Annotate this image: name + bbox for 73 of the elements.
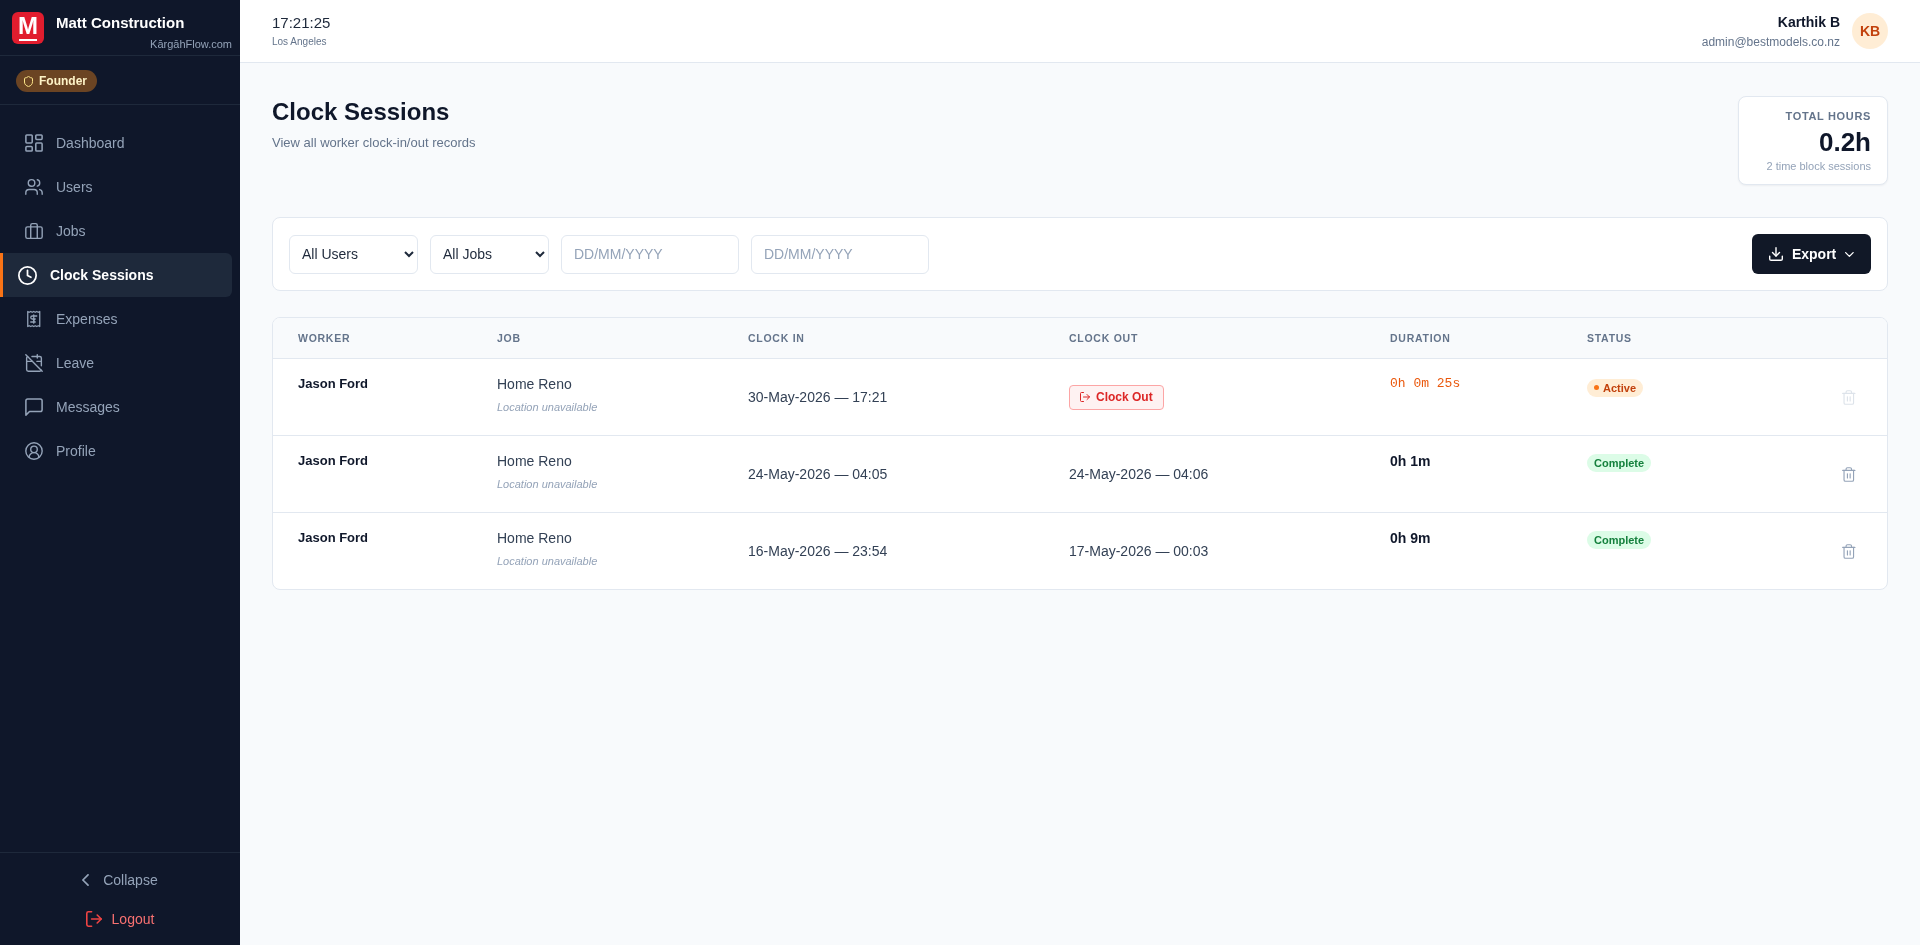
column-header: STATUS <box>1587 332 1632 344</box>
page-subtitle: View all worker clock-in/out records <box>272 135 476 151</box>
clock-icon <box>18 265 37 285</box>
duration: 0h 1m <box>1390 453 1431 469</box>
collapse-button[interactable]: Collapse <box>78 862 162 898</box>
column-header: JOB <box>497 332 521 344</box>
shield-icon <box>24 75 33 87</box>
logout-button[interactable]: Logout <box>81 901 159 937</box>
job-name: Home Reno <box>497 453 572 469</box>
logout-icon <box>1080 392 1090 402</box>
receipt-icon <box>27 310 41 328</box>
user-email: admin@bestmodels.co.nz <box>1701 34 1840 49</box>
export-button[interactable]: Export <box>1752 234 1871 274</box>
worker-name: Jason Ford <box>298 376 369 392</box>
grid-icon <box>25 134 43 152</box>
user-circle-icon <box>25 442 43 460</box>
date-field[interactable]: DD/MM/YYYY <box>561 234 739 274</box>
clock-out-button[interactable]: Clock Out <box>1069 384 1164 410</box>
brand-name: Matt Construction <box>56 14 185 32</box>
column-header: CLOCK IN <box>748 332 805 344</box>
brand-domain: KārgāhFlow.com <box>150 38 232 51</box>
clock-out-time: 24-May-2026 — 04:06 <box>1069 466 1209 482</box>
status-label: Active <box>1603 381 1637 394</box>
download-icon <box>1768 247 1783 261</box>
job-name: Home Reno <box>497 376 572 392</box>
logout-icon <box>85 911 102 927</box>
nav-item[interactable]: Jobs <box>0 209 232 253</box>
role-label: Founder <box>39 74 87 88</box>
nav-item[interactable]: Profile <box>0 429 232 473</box>
nav-item[interactable]: Users <box>0 165 232 209</box>
column-header: DURATION <box>1390 332 1451 344</box>
worker-name: Jason Ford <box>298 453 369 469</box>
users-icon <box>25 178 43 196</box>
duration: 0h 9m <box>1390 530 1431 546</box>
summary-label: TOTAL HOURS <box>1785 109 1871 123</box>
job-location: Location unavailable <box>497 478 598 491</box>
summary-note: 2 time block sessions <box>1766 159 1871 173</box>
trash-icon[interactable] <box>1842 543 1856 559</box>
trash-icon[interactable] <box>1842 466 1856 482</box>
chevron-left-icon <box>82 874 90 886</box>
timezone-label: Los Angeles <box>272 36 327 48</box>
nav-item[interactable]: Dashboard <box>0 121 232 165</box>
nav-item[interactable]: Messages <box>0 385 232 429</box>
worker-name: Jason Ford <box>298 530 369 546</box>
job-location: Location unavailable <box>497 401 598 414</box>
avatar[interactable]: KB <box>1852 13 1888 49</box>
briefcase-icon <box>25 222 43 240</box>
clock-in-time: 24-May-2026 — 04:05 <box>748 466 888 482</box>
duration: 0h 0m 25s <box>1390 376 1461 392</box>
nav-item[interactable]: Clock Sessions <box>0 253 232 297</box>
clock-out-time: 17-May-2026 — 00:03 <box>1069 543 1209 559</box>
date-field[interactable]: DD/MM/YYYY <box>751 234 929 274</box>
crossed-calendar-icon <box>25 354 43 372</box>
nav-item[interactable]: Leave <box>0 341 232 385</box>
chat-bubble-icon <box>25 398 43 416</box>
column-header: WORKER <box>298 332 351 344</box>
column-header: CLOCK OUT <box>1069 332 1139 344</box>
job-name: Home Reno <box>497 530 572 546</box>
status-dot-icon <box>1594 385 1599 390</box>
clock-in-time: 16-May-2026 — 23:54 <box>748 543 888 559</box>
status-badge: Complete <box>1587 531 1652 549</box>
job-location: Location unavailable <box>497 555 598 568</box>
summary-value: 0.2h <box>1818 127 1871 157</box>
status-badge: Complete <box>1587 454 1652 472</box>
nav-item[interactable]: Expenses <box>0 297 232 341</box>
user-name: Karthik B <box>1777 13 1840 31</box>
chevron-down-icon <box>1845 251 1855 257</box>
page-title: Clock Sessions <box>272 98 450 126</box>
clock-time: 17:21:25 <box>272 14 331 32</box>
clock-in-time: 30-May-2026 — 17:21 <box>748 389 888 405</box>
logo: M <box>12 12 44 44</box>
job-filter-select[interactable]: All Jobs <box>430 234 549 274</box>
user-filter-select[interactable]: All Users <box>289 234 418 274</box>
